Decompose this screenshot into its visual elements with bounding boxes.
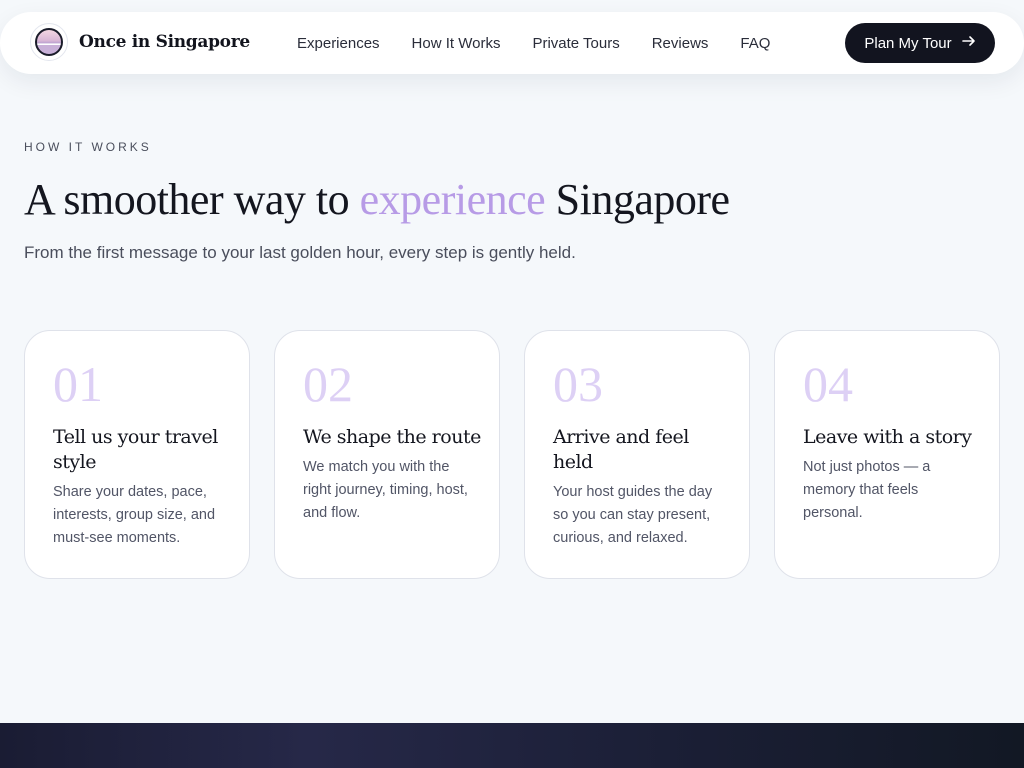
headline-part-2: Singapore bbox=[545, 175, 730, 224]
cta-label: Plan My Tour bbox=[864, 34, 952, 52]
step-card-2: 02 We shape the route We match you with … bbox=[274, 330, 500, 579]
step-text: We match you with the right journey, tim… bbox=[303, 459, 468, 521]
nav-link-experiences[interactable]: Experiences bbox=[297, 35, 380, 52]
section-headline: A smoother way to experience Singapore bbox=[24, 174, 730, 225]
nav-link-reviews[interactable]: Reviews bbox=[652, 35, 709, 52]
plan-my-tour-button[interactable]: Plan My Tour bbox=[845, 23, 995, 63]
step-card-4: 04 Leave with a story Not just photos — … bbox=[774, 330, 1000, 579]
step-title: Arrive and feel held bbox=[553, 426, 689, 473]
step-text: Not just photos — a memory that feels pe… bbox=[803, 459, 931, 521]
step-number: 03 bbox=[553, 356, 603, 412]
section-subtitle: From the first message to your last gold… bbox=[24, 243, 576, 262]
sunset-logo-icon bbox=[30, 23, 68, 61]
brand-name: Once in Singapore bbox=[79, 32, 250, 52]
step-title: Leave with a story bbox=[803, 426, 972, 448]
step-number: 02 bbox=[303, 356, 353, 412]
step-text: Your host guides the day so you can stay… bbox=[553, 484, 713, 546]
nav-links: Experiences How It Works Private Tours R… bbox=[297, 12, 802, 74]
headline-accent: experience bbox=[359, 175, 546, 224]
nav-link-how-it-works[interactable]: How It Works bbox=[412, 35, 501, 52]
steps-list: 01 Tell us your travel style Share your … bbox=[24, 330, 1000, 579]
step-number: 04 bbox=[803, 356, 853, 412]
nav-link-private-tours[interactable]: Private Tours bbox=[532, 35, 619, 52]
step-title: Tell us your travel style bbox=[53, 426, 218, 473]
section-eyebrow: HOW IT WORKS bbox=[24, 140, 152, 154]
step-card-1: 01 Tell us your travel style Share your … bbox=[24, 330, 250, 579]
step-title: We shape the route bbox=[303, 426, 481, 448]
arrow-right-icon bbox=[961, 34, 976, 52]
brand-home-link[interactable]: Once in Singapore bbox=[30, 23, 250, 61]
headline-part-1: A smoother way to bbox=[24, 175, 360, 224]
step-number: 01 bbox=[53, 356, 103, 412]
next-section-band bbox=[0, 723, 1024, 768]
top-nav: Once in Singapore Experiences How It Wor… bbox=[0, 12, 1024, 74]
step-text: Share your dates, pace, interests, group… bbox=[53, 484, 216, 546]
step-card-3: 03 Arrive and feel held Your host guides… bbox=[524, 330, 750, 579]
nav-link-faq[interactable]: FAQ bbox=[740, 35, 770, 52]
